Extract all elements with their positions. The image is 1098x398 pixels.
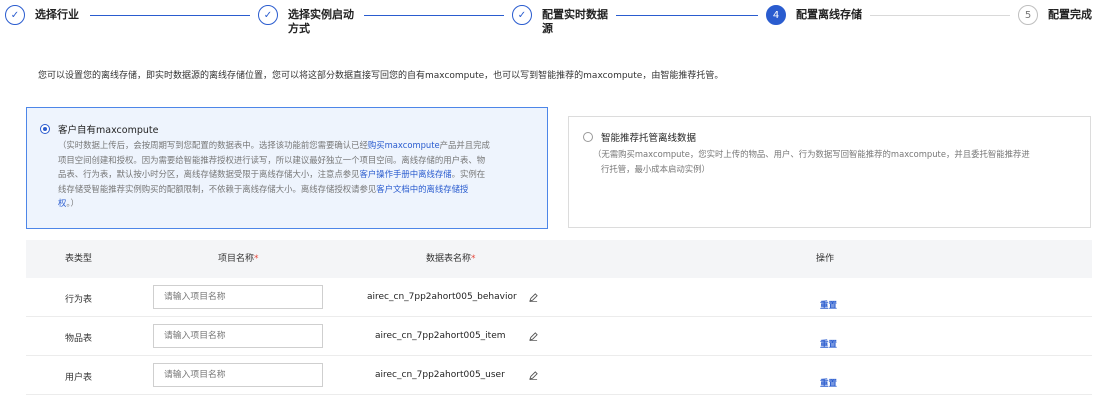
manual-offline-storage-link[interactable]: 客户操作手册中离线存储 <box>360 169 452 179</box>
table-header: 表类型 项目名称* 数据表名称* 操作 <box>26 240 1092 278</box>
reset-button[interactable]: 重置 <box>820 338 837 350</box>
step-connector <box>364 15 504 16</box>
table-row: 行为表 airec_cn_7pp2ahort005_behavior 重置 <box>26 278 1092 317</box>
step-2-label: 选择实例启动 <box>288 8 354 21</box>
reset-button[interactable]: 重置 <box>820 377 837 389</box>
edit-icon[interactable] <box>529 293 538 302</box>
header-project-name: 项目名称 <box>218 254 255 264</box>
step-3-label: 配置实时数据 <box>542 8 608 21</box>
edit-icon[interactable] <box>529 332 538 341</box>
header-action: 操作 <box>816 254 835 264</box>
option-managed-title: 智能推荐托管离线数据 <box>601 133 697 144</box>
radio-managed-storage[interactable] <box>583 132 593 142</box>
reset-button[interactable]: 重置 <box>820 299 837 311</box>
table-row: 用户表 airec_cn_7pp2ahort005_user 重置 <box>26 356 1092 395</box>
step-4: 4 配置离线存储 <box>766 5 862 25</box>
project-name-input[interactable] <box>153 324 323 348</box>
step-2-label-cont: 方式 <box>288 22 310 35</box>
step-3-label-cont: 源 <box>542 22 553 35</box>
project-name-input[interactable] <box>153 285 323 309</box>
step-connector <box>870 15 1010 16</box>
step-5-label: 配置完成 <box>1048 8 1092 21</box>
row-type: 行为表 <box>65 295 93 305</box>
step-connector <box>616 15 758 16</box>
step-3: ✓ 配置实时数据 源 <box>512 5 608 36</box>
check-icon: ✓ <box>512 5 532 25</box>
offline-storage-table: 表类型 项目名称* 数据表名称* 操作 行为表 airec_cn_7pp2aho… <box>26 240 1092 395</box>
check-icon: ✓ <box>5 5 25 25</box>
header-data-table-name: 数据表名称 <box>426 254 472 264</box>
step-2: ✓ 选择实例启动 方式 <box>258 5 354 36</box>
data-table-name: airec_cn_7pp2ahort005_item <box>375 331 506 341</box>
option-own-title: 客户自有maxcompute <box>58 125 159 136</box>
required-mark: * <box>254 254 259 264</box>
step-1: ✓ 选择行业 <box>5 5 79 25</box>
data-table-name: airec_cn_7pp2ahort005_behavior <box>367 292 517 302</box>
buy-maxcompute-link[interactable]: 购买maxcompute <box>368 140 440 150</box>
required-mark: * <box>471 254 476 264</box>
table-row: 物品表 airec_cn_7pp2ahort005_item 重置 <box>26 317 1092 356</box>
radio-own-maxcompute[interactable] <box>40 124 50 134</box>
project-name-input[interactable] <box>153 363 323 387</box>
step-4-label: 配置离线存储 <box>796 8 862 21</box>
option-managed-storage[interactable]: 智能推荐托管离线数据 （无需购买maxcompute，您实时上传的物品、用户、行… <box>568 116 1091 228</box>
data-table-name: airec_cn_7pp2ahort005_user <box>375 370 505 380</box>
step-number-4: 4 <box>766 5 786 25</box>
option-managed-description: （无需购买maxcompute，您实时上传的物品、用户、行为数据写回智能推荐的m… <box>593 149 1030 174</box>
edit-icon[interactable] <box>529 371 538 380</box>
offline-storage-auth-link[interactable]: 客户文档中的离线存储授 <box>376 184 468 194</box>
row-type: 物品表 <box>65 334 93 344</box>
option-own-maxcompute[interactable]: 客户自有maxcompute （实时数据上传后，会按周期写到您配置的数据表中。选… <box>26 107 548 229</box>
step-5: 5 配置完成 <box>1018 5 1092 25</box>
step-number-5: 5 <box>1018 5 1038 25</box>
step-connector <box>90 15 250 16</box>
check-icon: ✓ <box>258 5 278 25</box>
step-progress: ✓ 选择行业 ✓ 选择实例启动 方式 ✓ 配置实时数据 源 4 配置离线存储 5… <box>0 0 1098 45</box>
row-type: 用户表 <box>65 373 93 383</box>
step-1-label: 选择行业 <box>35 8 79 21</box>
option-own-description: （实时数据上传后，会按周期写到您配置的数据表中。选择该功能前您需要确认已经购买m… <box>58 140 490 208</box>
header-table-type: 表类型 <box>65 254 93 264</box>
offline-storage-description: 您可以设置您的离线存储，即实时数据源的离线存储位置，您可以将这部分数据直接写回您… <box>38 71 724 81</box>
